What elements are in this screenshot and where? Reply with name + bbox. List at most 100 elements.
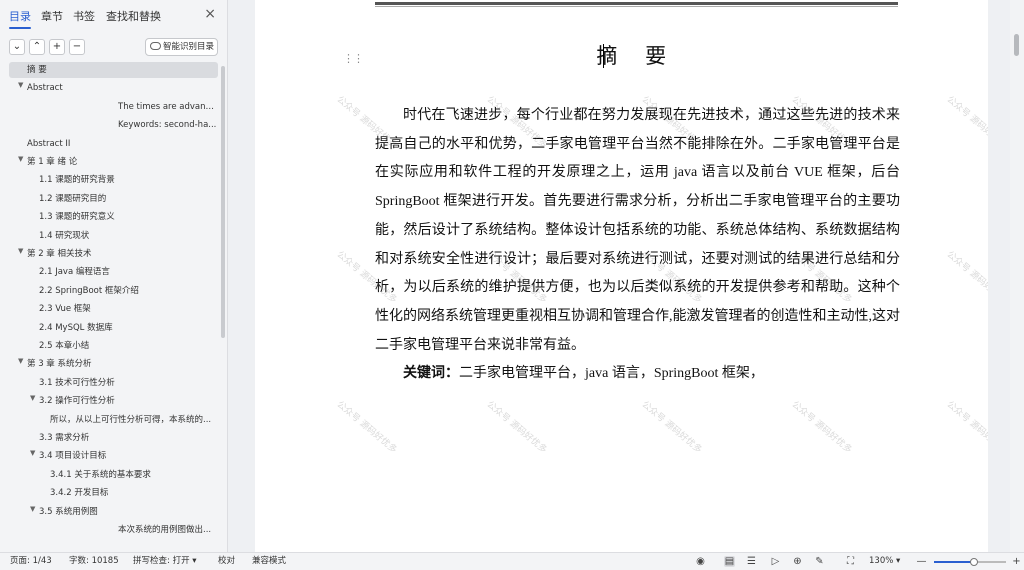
toc-item[interactable]: 3.4.2 开发目标: [50, 485, 218, 501]
page-title: 摘 要: [596, 44, 677, 68]
drag-handle-icon[interactable]: ⋮⋮: [343, 52, 364, 65]
keywords-line[interactable]: 关键词：二手家电管理平台，java 语言，SpringBoot 框架，: [375, 362, 900, 386]
abstract-paragraph[interactable]: 时代在飞速进步，每个行业都在努力发展现在先进技术，通过这些先进的技术来提高自己的…: [375, 102, 900, 360]
expand-caret-icon[interactable]: ▼: [18, 247, 23, 255]
chevron-down-icon: ▾: [192, 556, 197, 566]
toc-item[interactable]: The times are advanci...: [118, 99, 218, 115]
toc-item-label: 所以，从以上可行性分析可得，本系统的...: [50, 414, 212, 425]
toc-item-label: 3.2 操作可行性分析: [39, 396, 115, 407]
zoom-slider[interactable]: [934, 558, 1006, 566]
expand-caret-icon[interactable]: ▼: [18, 357, 23, 365]
add-heading-button[interactable]: +: [49, 39, 65, 55]
toc-item[interactable]: 所以，从以上可行性分析可得，本系统的...: [50, 412, 218, 428]
toc-item[interactable]: 2.2 SpringBoot 框架介绍: [39, 283, 218, 299]
watermark: 公众号 源码好优多: [334, 399, 399, 456]
toc-item[interactable]: 2.5 本章小结: [39, 338, 218, 354]
nav-tabs: 目录 章节 书签 查找和替换 ×: [0, 0, 227, 34]
page-view-icon[interactable]: ▤: [724, 556, 735, 567]
expand-caret-icon[interactable]: ▼: [30, 505, 35, 513]
expand-caret-icon[interactable]: ▼: [18, 81, 23, 89]
close-icon[interactable]: ×: [204, 6, 216, 22]
toc-item[interactable]: Abstract: [27, 80, 218, 96]
toc-item-label: 3.3 需求分析: [39, 433, 90, 443]
scrollbar-thumb[interactable]: [1014, 34, 1019, 56]
toc-item[interactable]: 3.4.1 关于系统的基本要求: [50, 467, 218, 483]
smart-toc-button[interactable]: 智能识别目录: [145, 38, 218, 56]
page-count[interactable]: 页面: 1/43: [10, 553, 52, 570]
toc-item-label: 3.5 系统用例图: [39, 506, 98, 517]
zoom-in-icon[interactable]: +: [1011, 556, 1022, 567]
toc-item[interactable]: 2.1 Java 编程语言: [39, 264, 218, 280]
chevron-down-icon: ⌄: [12, 41, 22, 52]
toc-item-label: 第 3 章 系统分析: [27, 359, 92, 370]
pen-icon[interactable]: ✎: [814, 556, 825, 567]
tab-bookmarks[interactable]: 书签: [73, 8, 95, 24]
toc-item[interactable]: 1.2 课题研究目的: [39, 191, 218, 207]
toc-item[interactable]: 3.4 项目设计目标: [39, 448, 218, 464]
watermark: 公众号 源码好优多: [639, 399, 704, 456]
tab-find-replace[interactable]: 查找和替换: [106, 8, 161, 24]
eye-icon[interactable]: ◉: [695, 556, 706, 567]
vertical-scrollbar[interactable]: [1010, 0, 1024, 552]
nav-scrollbar[interactable]: [221, 66, 225, 338]
watermark: 公众号 源码好优多: [944, 249, 988, 306]
expand-up-button[interactable]: ⌃: [29, 39, 45, 55]
keywords-label: 关键词：: [403, 366, 459, 381]
keywords-value: 二手家电管理平台，java 语言，SpringBoot 框架，: [459, 366, 764, 381]
toc-item[interactable]: 3.3 需求分析: [39, 430, 218, 446]
document-page[interactable]: ⋮⋮ 摘 要 时代在飞速进步，每个行业都在努力发展现在先进技术，通过这些先进的技…: [255, 0, 988, 552]
proofread-button[interactable]: 校对: [218, 553, 235, 570]
toc-item[interactable]: 2.4 MySQL 数据库: [39, 320, 218, 336]
word-count[interactable]: 字数: 10185: [69, 553, 119, 570]
expand-caret-icon[interactable]: ▼: [18, 155, 23, 163]
toc-item[interactable]: 第 2 章 相关技术: [27, 246, 218, 262]
zoom-knob[interactable]: [969, 558, 978, 566]
zoom-value: 130%: [869, 556, 894, 566]
watermark: 公众号 源码好优多: [789, 399, 854, 456]
document-canvas: ⋮⋮ 摘 要 时代在飞速进步，每个行业都在努力发展现在先进技术，通过这些先进的技…: [229, 0, 988, 552]
tab-chapters[interactable]: 章节: [41, 8, 63, 24]
toc-item[interactable]: 1.3 课题的研究意义: [39, 209, 218, 225]
toc-item-label: 2.2 SpringBoot 框架介绍: [39, 285, 139, 296]
spell-check-toggle[interactable]: 拼写检查: 打开 ▾: [133, 553, 197, 570]
outline-view-icon[interactable]: ☰: [746, 556, 757, 567]
toc-item[interactable]: 2.3 Vue 框架: [39, 301, 218, 317]
zoom-fill: [934, 561, 974, 563]
toc-item[interactable]: Abstract II: [27, 136, 218, 152]
page-header-line: [375, 2, 898, 7]
toc-item[interactable]: 第 1 章 绪 论: [27, 154, 218, 170]
toc-item-label: 第 1 章 绪 论: [27, 157, 78, 167]
zoom-level[interactable]: 130% ▾: [869, 553, 900, 570]
toc-item[interactable]: 本次系统的用例图做出...: [118, 522, 218, 538]
toc-item-label: 第 2 章 相关技术: [27, 249, 92, 259]
toc-item[interactable]: 1.4 研究现状: [39, 228, 218, 244]
toc-item[interactable]: 1.1 课题的研究背景: [39, 172, 218, 188]
toc-item-label: 2.1 Java 编程语言: [39, 267, 110, 278]
status-bar: 页面: 1/43 字数: 10185 拼写检查: 打开 ▾ 校对 兼容模式 ◉ …: [0, 552, 1024, 570]
zoom-out-icon[interactable]: —: [916, 556, 927, 567]
toc-item-label: Abstract II: [27, 138, 71, 149]
toc-item-label: 3.1 技术可行性分析: [39, 377, 115, 388]
expand-caret-icon[interactable]: ▼: [30, 449, 35, 457]
remove-heading-button[interactable]: −: [69, 39, 85, 55]
toc-item-label: Abstract: [27, 83, 63, 94]
smart-toc-label: 智能识别目录: [163, 42, 215, 52]
compat-mode-label: 兼容模式: [252, 556, 287, 566]
expand-caret-icon[interactable]: ▼: [30, 394, 35, 402]
web-view-icon[interactable]: ⊕: [792, 556, 803, 567]
play-icon[interactable]: ▷: [770, 556, 781, 567]
collapse-all-button[interactable]: ⌄: [9, 39, 25, 55]
tab-toc[interactable]: 目录: [9, 8, 31, 29]
ai-icon: [150, 42, 161, 50]
fit-page-icon[interactable]: ⛶: [845, 556, 856, 567]
toc-item[interactable]: 摘 要: [9, 62, 218, 78]
toc-item-label: 3.4.2 开发目标: [50, 488, 109, 499]
toc-item-label: 2.4 MySQL 数据库: [39, 322, 113, 333]
toc-item[interactable]: 3.2 操作可行性分析: [39, 393, 218, 409]
toc-item[interactable]: 第 3 章 系统分析: [27, 356, 218, 372]
toc-item-label: The times are advanci...: [118, 101, 218, 112]
toc-item[interactable]: Keywords: second-ha...: [118, 117, 218, 133]
toc-item[interactable]: 3.5 系统用例图: [39, 504, 218, 520]
toc-item[interactable]: 3.1 技术可行性分析: [39, 375, 218, 391]
toc-item-label: 3.4 项目设计目标: [39, 451, 107, 462]
